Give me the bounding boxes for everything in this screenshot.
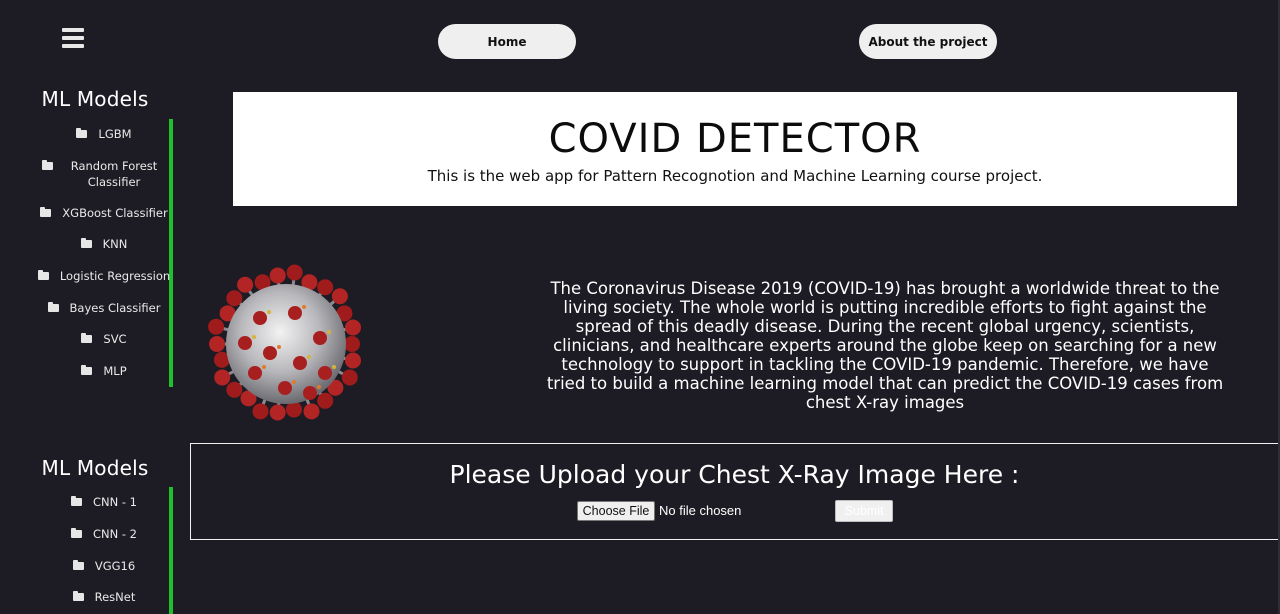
sidebar-item-label: SVC [103, 332, 127, 346]
sidebar-item-label: Logistic Regression [59, 269, 171, 283]
sidebar-item-label: LGBM [98, 127, 132, 141]
choose-file-button[interactable]: Choose File [577, 501, 655, 521]
page-title: COVID DETECTOR [548, 116, 922, 162]
sidebar-item-label: ResNet [94, 590, 136, 604]
folder-icon [72, 591, 84, 601]
sidebar-item-knn[interactable]: KNN [20, 236, 188, 252]
folder-icon [81, 365, 93, 375]
sidebar-title-ml-models-2: ML Models [41, 456, 149, 480]
folder-icon [81, 333, 93, 343]
header-card: COVID DETECTOR This is the web app for P… [233, 92, 1237, 206]
folder-icon [37, 270, 49, 280]
sidebar-item-bayes-classifier[interactable]: Bayes Classifier [20, 300, 188, 316]
home-button[interactable]: Home [438, 24, 576, 59]
hamburger-menu-icon[interactable] [62, 28, 84, 48]
sidebar-item-lgbm[interactable]: LGBM [20, 126, 188, 142]
folder-icon [70, 528, 82, 538]
sidebar-item-label: CNN - 1 [92, 495, 137, 509]
folder-icon [72, 560, 84, 570]
folder-icon [76, 128, 88, 138]
sidebar-item-label: VGG16 [94, 559, 136, 573]
sidebar-item-label: Bayes Classifier [69, 301, 161, 315]
sidebar-title-ml-models: ML Models [41, 87, 149, 111]
sidebar-item-label: XGBoost Classifier [62, 206, 168, 220]
sidebar-item-xgboost[interactable]: XGBoost Classifier [20, 205, 188, 221]
sidebar-item-logistic-regression[interactable]: Logistic Regression [20, 268, 188, 284]
submit-button[interactable]: Submit [835, 500, 893, 522]
upload-heading: Please Upload your Chest X-Ray Image Her… [449, 460, 1020, 489]
sidebar-item-random-forest[interactable]: Random Forest Classifier [18, 158, 188, 190]
about-project-button[interactable]: About the project [859, 24, 997, 59]
folder-icon [47, 302, 59, 312]
folder-icon [40, 207, 52, 217]
sidebar-item-label: Random Forest Classifier [70, 159, 158, 189]
folder-icon [70, 496, 82, 506]
sidebar-item-mlp[interactable]: MLP [20, 363, 188, 379]
sidebar-list-ml-models: LGBM Random Forest Classifier XGBoost Cl… [0, 119, 170, 387]
page-subtitle: This is the web app for Pattern Recognot… [427, 167, 1043, 185]
coronavirus-image [208, 264, 361, 421]
sidebar-item-label: CNN - 2 [92, 527, 137, 541]
sidebar-item-cnn-2[interactable]: CNN - 2 [20, 526, 188, 542]
sidebar-item-label: KNN [102, 237, 128, 251]
upload-panel: Please Upload your Chest X-Ray Image Her… [190, 443, 1279, 540]
sidebar-item-cnn-1[interactable]: CNN - 1 [20, 494, 188, 510]
file-status-text: No file chosen [659, 503, 742, 518]
sidebar-list-deep-models: CNN - 1 CNN - 2 VGG16 ResNet [0, 487, 170, 614]
sidebar-item-label: MLP [103, 364, 127, 378]
sidebar-item-svc[interactable]: SVC [20, 331, 188, 347]
sidebar-item-vgg16[interactable]: VGG16 [20, 558, 188, 574]
sidebar-item-resnet[interactable]: ResNet [20, 589, 188, 605]
page: Home About the project ML Models LGBM Ra… [0, 0, 1280, 614]
folder-icon [80, 238, 92, 248]
folder-icon [42, 160, 53, 170]
project-description: The Coronavirus Disease 2019 (COVID-19) … [546, 279, 1224, 412]
